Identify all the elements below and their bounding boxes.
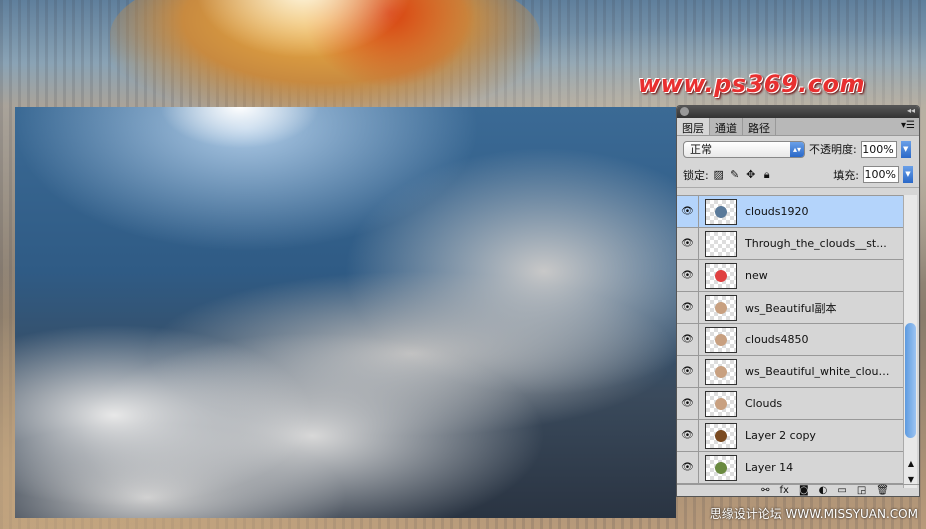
layer-thumbnail (705, 198, 737, 225)
visibility-eye-icon[interactable]: 👁︎ (677, 227, 699, 260)
tab-paths[interactable]: 路径 (743, 118, 776, 135)
tab-layers[interactable]: 图层 (677, 118, 710, 135)
layers-scrollbar[interactable]: ▲ ▼ (903, 195, 917, 488)
lock-brush-icon[interactable]: ✎ (729, 168, 741, 181)
visibility-eye-icon[interactable]: 👁︎ (677, 355, 699, 388)
fx-icon[interactable]: fx (780, 485, 789, 496)
layer-name: clouds4850 (745, 333, 809, 346)
layer-name: Through_the_clouds__st... (745, 237, 887, 250)
layer-thumbnail (705, 390, 737, 417)
layer-thumbnail (705, 422, 737, 449)
layers-list: 👁︎ clouds1920 👁︎ Through_the_clouds__st... 👁… (677, 195, 903, 488)
mask-icon[interactable]: ◙ (799, 485, 809, 496)
lock-label: 锁定: (683, 168, 709, 182)
layer-row[interactable]: 👁︎ ws_Beautiful_white_cloud... (677, 355, 903, 388)
explosion-image (110, 0, 540, 110)
updown-icon: ▴▾ (790, 141, 804, 157)
visibility-eye-icon[interactable]: 👁︎ (677, 291, 699, 324)
close-icon[interactable] (680, 107, 689, 116)
layer-thumbnail (705, 326, 737, 353)
layer-name: Layer 2 copy (745, 429, 816, 442)
layer-row[interactable]: 👁︎ Layer 14 (677, 451, 903, 484)
layer-row[interactable]: 👁︎ ws_Beautiful副本 (677, 291, 903, 324)
layers-panel: ◂◂ 图层 通道 路径 ▾☰ 正常 ▴▾ 不透明度: 100% ▼ 锁定: ▨ ✎… (676, 105, 920, 497)
visibility-eye-icon[interactable]: 👁︎ (677, 451, 699, 484)
document-canvas[interactable] (15, 107, 676, 518)
layer-name: Layer 14 (745, 461, 794, 474)
layer-thumbnail (705, 262, 737, 289)
layer-row[interactable]: 👁︎ Through_the_clouds__st... (677, 227, 903, 260)
visibility-eye-icon[interactable]: 👁︎ (677, 196, 699, 228)
layer-thumbnail (705, 454, 737, 481)
group-icon[interactable]: ▭ (837, 485, 846, 496)
visibility-eye-icon[interactable]: 👁︎ (677, 387, 699, 420)
layer-row[interactable]: 👁︎ clouds1920 (677, 196, 903, 228)
lock-move-icon[interactable]: ✥ (745, 168, 757, 181)
layer-thumbnail (705, 230, 737, 257)
fill-label: 填充: (833, 168, 859, 182)
layer-name: ws_Beautiful_white_cloud... (745, 365, 895, 378)
panel-titlebar[interactable]: ◂◂ (677, 106, 919, 118)
layer-row[interactable]: 👁︎ new (677, 259, 903, 292)
panel-bottom-toolbar: ⚯ fx ◙ ◐ ▭ ◲ 🗑︎ (677, 484, 919, 496)
visibility-eye-icon[interactable]: 👁︎ (677, 419, 699, 452)
lock-all-icon[interactable]: 🔒︎ (761, 168, 773, 182)
blend-mode-select[interactable]: 正常 ▴▾ (683, 140, 805, 158)
scrollbar-thumb[interactable] (905, 323, 916, 438)
scroll-down-icon[interactable]: ▼ (905, 475, 917, 484)
layer-name: ws_Beautiful副本 (745, 301, 837, 315)
new-layer-icon[interactable]: ◲ (857, 485, 866, 496)
opacity-input[interactable]: 100% (860, 140, 897, 158)
opacity-dropdown-icon[interactable]: ▼ (900, 140, 911, 158)
lock-transparency-icon[interactable]: ▨ (713, 168, 725, 181)
collapse-icon[interactable]: ◂◂ (907, 106, 915, 115)
trash-icon[interactable]: 🗑︎ (876, 485, 889, 496)
layer-name: new (745, 269, 768, 282)
visibility-eye-icon[interactable]: 👁︎ (677, 323, 699, 356)
layer-row[interactable]: 👁︎ Layer 2 copy (677, 419, 903, 452)
tab-channels[interactable]: 通道 (710, 118, 743, 135)
layer-name: clouds1920 (745, 205, 809, 218)
layer-row[interactable]: 👁︎ clouds4850 (677, 323, 903, 356)
panel-menu-icon[interactable]: ▾☰ (901, 120, 915, 131)
layer-thumbnail (705, 294, 737, 321)
layer-thumbnail (705, 358, 737, 385)
layer-row[interactable]: 👁︎ Clouds (677, 387, 903, 420)
site-logo: www.ps369.com (638, 70, 865, 98)
visibility-eye-icon[interactable]: 👁︎ (677, 259, 699, 292)
fill-dropdown-icon[interactable]: ▼ (903, 166, 913, 183)
layer-name: Clouds (745, 397, 783, 410)
adjustment-icon[interactable]: ◐ (819, 485, 828, 496)
scroll-up-icon[interactable]: ▲ (905, 459, 917, 468)
link-icon[interactable]: ⚯ (761, 485, 769, 496)
opacity-label: 不透明度: (809, 143, 857, 156)
fill-input[interactable]: 100% (863, 166, 899, 183)
blend-mode-value: 正常 (690, 142, 712, 156)
watermark: 思缘设计论坛 WWW.MISSYUAN.COM (709, 507, 918, 521)
